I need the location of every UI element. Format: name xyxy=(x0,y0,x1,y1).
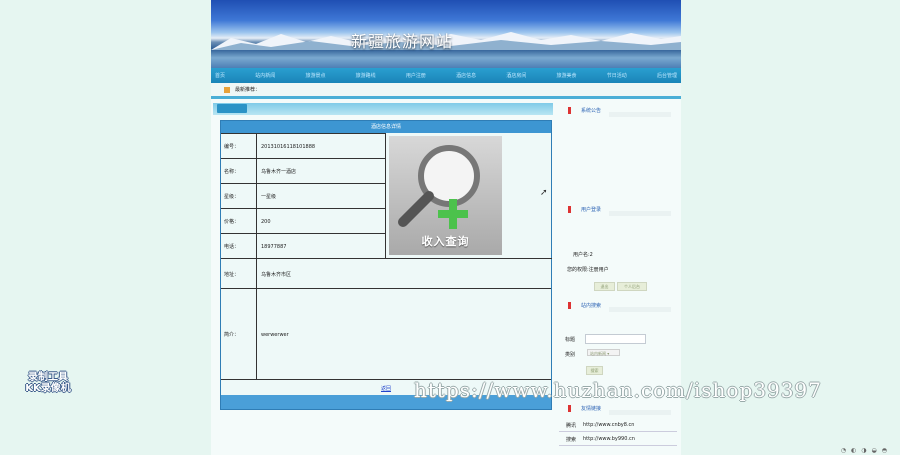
nav-item-food[interactable]: 旅游美食 xyxy=(557,72,577,79)
table-row: 简介： werwerwer xyxy=(221,288,551,380)
username-text: 用户名:2 xyxy=(573,252,593,258)
search-title-input[interactable] xyxy=(585,334,646,344)
header-line xyxy=(609,112,671,117)
search-category-select[interactable]: 站内新闻 ▾ xyxy=(587,349,620,356)
site-title: 新疆旅游网站 xyxy=(351,32,454,51)
row-label: 电话： xyxy=(221,234,257,259)
back-link[interactable]: 返回 xyxy=(381,385,391,392)
nav-item-routes[interactable]: 旅游路线 xyxy=(356,72,376,79)
login-header: 用户登录 xyxy=(559,202,677,216)
row-value: 200 xyxy=(261,218,271,225)
search-title-label: 标题 xyxy=(565,337,576,343)
table-row: 电话： 18977887 xyxy=(221,233,385,259)
row-value: 乌鲁木齐一酒店 xyxy=(261,169,297,175)
logout-button[interactable]: 退出 xyxy=(594,282,615,291)
main-nav: 首页 站内新闻 旅游景点 旅游路线 用户注册 酒店信息 酒店房间 旅游美食 节日… xyxy=(211,68,681,83)
separator-bar xyxy=(211,96,681,99)
row-value: 18977887 xyxy=(261,243,287,250)
row-label: 价格： xyxy=(221,209,257,234)
main-tab xyxy=(217,104,247,113)
row-value: 一星级 xyxy=(261,194,277,200)
list-item: 腾讯 http://www.cnby8.cn xyxy=(559,418,677,432)
nav-item-scenic[interactable]: 旅游景点 xyxy=(305,72,325,79)
row-value: 20131016118101888 xyxy=(261,143,316,150)
row-value: 乌鲁木齐市区 xyxy=(261,271,292,278)
header-line xyxy=(609,307,671,312)
announce-header: 系统公告 xyxy=(559,103,677,117)
marker-icon xyxy=(568,301,571,309)
search-button[interactable]: 搜索 xyxy=(586,366,603,375)
announce-title: 系统公告 xyxy=(581,107,602,114)
row-value: werwerwer xyxy=(261,331,289,338)
link-name: 搜索 xyxy=(566,437,577,443)
marker-icon xyxy=(568,404,571,412)
links-title: 友情链接 xyxy=(581,405,602,412)
search-category-label: 类别 xyxy=(565,352,576,358)
recorder-line2: KK录像机 xyxy=(25,383,71,394)
table-row: 地址： 乌鲁木齐市区 xyxy=(221,258,551,289)
link-url[interactable]: http://www.by990.cn xyxy=(583,436,635,442)
table-row: 名称： 乌鲁木齐一酒店 xyxy=(221,158,385,184)
table-row: 星级： 一星级 xyxy=(221,183,385,209)
banner: 新疆旅游网站 xyxy=(211,0,681,68)
recorder-line1: 录制工具 xyxy=(28,372,68,383)
row-label: 星级： xyxy=(221,184,257,209)
nav-item-festivals[interactable]: 节日活动 xyxy=(607,72,627,79)
nav-item-news[interactable]: 站内新闻 xyxy=(255,72,275,79)
hotel-detail-table: 酒店信息详情 编号： 20131016118101888 名称： 乌鲁木齐一酒店… xyxy=(220,120,552,410)
watermark-text: https://www.huzhan.com/ishop39397 xyxy=(414,378,822,402)
mouse-cursor-icon: ➚ xyxy=(540,188,548,198)
image-caption: 收入查询 xyxy=(421,235,470,248)
recorder-logo: 录制工具 KK录像机 xyxy=(16,372,80,394)
login-title: 用户登录 xyxy=(581,206,602,213)
detail-caption: 酒店信息详情 xyxy=(221,121,551,133)
role-text: 您的权限:注册用户 xyxy=(567,267,609,273)
search-header: 站内搜索 xyxy=(559,298,677,312)
chevron-down-icon: ▾ xyxy=(607,351,610,356)
system-tray-icons: ◔◐◑◒◓ xyxy=(840,447,892,454)
table-row: 价格： 200 xyxy=(221,208,385,234)
main-header xyxy=(213,103,553,115)
row-label: 地址： xyxy=(221,259,257,289)
header-line xyxy=(609,410,671,415)
nav-item-rooms[interactable]: 酒店房间 xyxy=(506,72,526,79)
row-label: 名称： xyxy=(221,159,257,184)
news-icon xyxy=(224,86,230,93)
nav-item-hotels[interactable]: 酒店信息 xyxy=(456,72,476,79)
row-label: 编号： xyxy=(221,134,257,159)
profile-button[interactable]: 个人后台 xyxy=(617,282,647,291)
nav-item-register[interactable]: 用户注册 xyxy=(406,72,426,79)
links-header: 友情链接 xyxy=(559,401,677,415)
news-label: 最新推荐： xyxy=(235,87,261,93)
search-title: 站内搜索 xyxy=(581,302,602,309)
search-category-value: 站内新闻 xyxy=(590,351,606,356)
hotel-image-cell: 收入查询 xyxy=(385,133,552,259)
table-row: 编号： 20131016118101888 xyxy=(221,133,385,159)
link-name: 腾讯 xyxy=(566,423,577,429)
link-url[interactable]: http://www.cnby8.cn xyxy=(583,422,634,428)
header-line xyxy=(609,211,671,216)
marker-icon xyxy=(568,205,571,213)
marker-icon xyxy=(568,106,571,114)
nav-item-home[interactable]: 首页 xyxy=(215,72,225,79)
news-bar: 最新推荐： xyxy=(211,83,681,97)
row-label: 简介： xyxy=(221,289,257,380)
hotel-image: 收入查询 xyxy=(389,136,502,255)
nav-item-admin[interactable]: 后台管理 xyxy=(657,72,677,79)
list-item: 搜索 http://www.by990.cn xyxy=(559,432,677,446)
